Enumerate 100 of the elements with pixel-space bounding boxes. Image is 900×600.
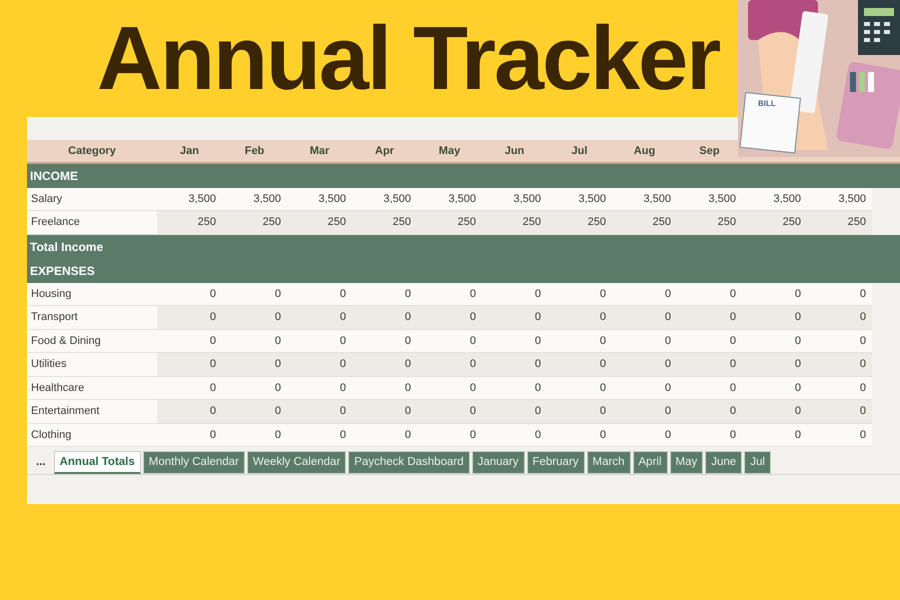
table-cell: 0 <box>742 306 807 330</box>
table-cell: 3,500 <box>482 188 547 211</box>
table-cell: 0 <box>222 353 287 376</box>
more-tabs-button[interactable]: ... <box>30 451 52 474</box>
table-cell: 3,500 <box>742 188 807 211</box>
table-cell: 0 <box>287 306 352 330</box>
sheet-tab[interactable]: May <box>670 451 704 474</box>
table-cell: 3,500 <box>222 188 287 211</box>
table-cell: 0 <box>157 424 222 447</box>
sheet-tab[interactable]: June <box>705 451 742 474</box>
table-cell: 0 <box>157 353 222 376</box>
table-cell: 3,500 <box>157 188 222 211</box>
table-cell: 0 <box>612 330 677 353</box>
table-cell: 0 <box>807 330 872 353</box>
table-cell: 0 <box>547 306 612 330</box>
sheet-tab[interactable]: April <box>632 451 668 474</box>
table-cell: 0 <box>482 424 547 447</box>
table-cell: 0 <box>677 424 742 447</box>
column-header: Category <box>67 144 117 158</box>
row-label: Clothing <box>27 424 157 447</box>
table-cell: 250 <box>677 211 742 234</box>
table-cell: 0 <box>222 400 287 424</box>
table-cell: 0 <box>742 376 807 400</box>
row-label: Salary <box>27 188 157 211</box>
table-cell: 250 <box>352 211 417 234</box>
table-cell: 0 <box>612 306 677 330</box>
table-cell: 0 <box>742 282 807 306</box>
table-cell: 3,500 <box>612 188 677 211</box>
sheet-tab[interactable]: Paycheck Dashboard <box>348 451 470 474</box>
table-cell: 0 <box>157 330 222 353</box>
table-cell: 0 <box>482 330 547 353</box>
table-cell: 0 <box>287 330 352 353</box>
table-cell: 0 <box>677 282 742 306</box>
table-cell: 0 <box>612 376 677 400</box>
table-cell: 0 <box>807 353 872 376</box>
month-header: Apr <box>374 144 395 158</box>
table-cell: 0 <box>352 282 417 306</box>
sheet-tab[interactable]: Weekly Calendar <box>246 451 346 474</box>
sheet-tab[interactable]: Jul <box>744 451 771 474</box>
table-cell: 250 <box>417 211 482 234</box>
sheet-tab[interactable]: January <box>472 451 525 474</box>
table-cell: 0 <box>417 376 482 400</box>
section-header: EXPENSES <box>27 258 900 282</box>
row-label: Housing <box>27 282 157 306</box>
table-cell: 250 <box>482 211 547 234</box>
table-cell: 0 <box>157 306 222 330</box>
table-cell: 3,500 <box>677 188 742 211</box>
table-cell: 0 <box>417 424 482 447</box>
table-cell: 3,500 <box>352 188 417 211</box>
table-cell: 0 <box>807 400 872 424</box>
table-cell: 0 <box>742 400 807 424</box>
table-cell: 0 <box>742 353 807 376</box>
row-label: Transport <box>27 306 157 330</box>
table-cell: 0 <box>352 330 417 353</box>
table-cell: 0 <box>222 330 287 353</box>
table-cell: 0 <box>417 282 482 306</box>
table-cell: 0 <box>157 376 222 400</box>
table-cell: 0 <box>807 282 872 306</box>
row-label: Healthcare <box>27 376 157 400</box>
table-cell: 0 <box>482 282 547 306</box>
month-header: Sep <box>698 144 721 158</box>
table-cell: 0 <box>612 353 677 376</box>
table-cell: 0 <box>417 400 482 424</box>
row-label: Food & Dining <box>27 330 157 353</box>
table-cell: 0 <box>482 400 547 424</box>
table-cell: 0 <box>287 376 352 400</box>
table-cell: 0 <box>547 400 612 424</box>
table-cell: 0 <box>287 424 352 447</box>
month-header: Feb <box>244 144 266 158</box>
sheet-tab[interactable]: February <box>526 451 585 474</box>
table-cell: 250 <box>807 211 872 234</box>
table-cell: 0 <box>222 376 287 400</box>
table-cell: 0 <box>222 282 287 306</box>
table-cell: 0 <box>677 330 742 353</box>
row-label: Entertainment <box>27 400 157 424</box>
table-cell: 0 <box>677 376 742 400</box>
table-cell: 0 <box>287 282 352 306</box>
table-cell: 0 <box>482 376 547 400</box>
month-header: Jul <box>570 144 588 158</box>
table-cell: 0 <box>352 424 417 447</box>
table-cell: 3,500 <box>807 188 872 211</box>
table-cell: 0 <box>742 424 807 447</box>
sheet-tab[interactable]: Annual Totals <box>54 451 141 474</box>
sheet-tab[interactable]: March <box>586 451 630 474</box>
table-cell: 250 <box>222 211 287 234</box>
table-cell: 0 <box>547 353 612 376</box>
table-cell: 0 <box>157 400 222 424</box>
table-cell: 0 <box>807 306 872 330</box>
table-cell: 0 <box>352 306 417 330</box>
table-cell: 250 <box>612 211 677 234</box>
sheet-tab[interactable]: Monthly Calendar <box>142 451 245 474</box>
table-cell: 0 <box>807 376 872 400</box>
table-cell: 0 <box>742 330 807 353</box>
table-cell: 0 <box>547 330 612 353</box>
table-cell: 0 <box>352 400 417 424</box>
table-cell: 0 <box>547 282 612 306</box>
table-cell: 0 <box>417 353 482 376</box>
table-cell: 250 <box>742 211 807 234</box>
table-cell: 0 <box>547 376 612 400</box>
month-header: Mar <box>308 144 330 158</box>
